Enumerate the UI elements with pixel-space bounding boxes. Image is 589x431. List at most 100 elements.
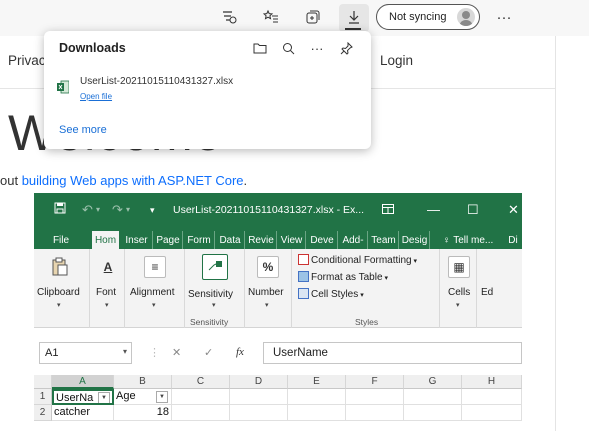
sensitivity-label: Sensitivity (188, 289, 234, 300)
cell-styles-button[interactable]: Cell Styles ▾ (298, 288, 364, 300)
nav-link-login[interactable]: Login (380, 53, 413, 68)
tab-design[interactable]: Desig (400, 231, 430, 249)
percent-icon: % (257, 256, 279, 278)
learn-prefix: out (0, 173, 22, 188)
tab-developer[interactable]: Deve (307, 231, 338, 249)
formula-input[interactable]: UserName (263, 342, 522, 364)
search-icon[interactable] (279, 39, 297, 57)
ribbon-display-icon[interactable] (382, 202, 394, 217)
filter-dropdown-icon[interactable]: ▼ (156, 391, 168, 403)
cell-f2[interactable] (346, 405, 404, 421)
alignment-group[interactable]: ≡ Alignment ▾ (125, 249, 185, 328)
more-icon[interactable]: ··· (493, 6, 515, 28)
cells-label: Cells (448, 287, 471, 298)
cell-h1[interactable] (462, 389, 522, 405)
column-header[interactable]: D (230, 375, 288, 389)
tab-home[interactable]: Hom (92, 231, 119, 249)
tab-view[interactable]: View (278, 231, 306, 249)
select-all-corner[interactable] (34, 375, 52, 389)
font-group[interactable]: A Font ▾ (90, 249, 125, 328)
page-scrollbar[interactable] (555, 36, 556, 431)
number-group[interactable]: % Number ▾ (245, 249, 292, 328)
tab-overflow[interactable]: Di (504, 231, 522, 249)
cells-dropdown-icon: ▾ (456, 302, 460, 309)
collections-icon[interactable] (302, 6, 324, 28)
favorites-icon[interactable] (260, 6, 282, 28)
cell-e2[interactable] (288, 405, 346, 421)
more-options-icon[interactable]: ··· (308, 39, 326, 57)
format-as-table-button[interactable]: Format as Table ▾ (298, 271, 388, 283)
folder-icon[interactable] (251, 39, 269, 57)
tell-me-search[interactable]: ♀ Tell me... (433, 231, 503, 249)
row-header[interactable]: 1 (34, 389, 52, 405)
editing-group[interactable]: Ed (477, 249, 502, 328)
customize-qat-icon[interactable]: ▾ (150, 205, 155, 216)
tab-insert[interactable]: Inser (121, 231, 153, 249)
column-header[interactable]: G (404, 375, 462, 389)
cell-b2[interactable]: 18 (114, 405, 172, 421)
font-icon: A (103, 260, 113, 274)
see-more-link[interactable]: See more (59, 124, 107, 136)
redo-icon[interactable]: ↷ (112, 202, 123, 218)
enter-formula-icon[interactable]: ✓ (204, 346, 213, 359)
tab-page-layout[interactable]: Page (154, 231, 183, 249)
column-header[interactable]: F (346, 375, 404, 389)
cell-a1[interactable]: UserNa ▼ (52, 389, 114, 405)
cell-b1[interactable]: Age ▼ (114, 389, 172, 405)
redo-dropdown-icon[interactable]: ▾ (126, 205, 130, 214)
tab-data[interactable]: Data (216, 231, 245, 249)
tell-me-label: Tell me... (453, 234, 494, 246)
tab-review[interactable]: Revie (246, 231, 277, 249)
cell-c2[interactable] (172, 405, 230, 421)
column-header[interactable]: A (52, 375, 114, 389)
tab-file[interactable]: File (46, 231, 76, 249)
name-box-dropdown-icon[interactable]: ▾ (123, 347, 127, 356)
insert-function-icon[interactable]: fx (236, 346, 244, 358)
pin-icon[interactable] (337, 39, 355, 57)
cell-styles-label: Cell Styles (311, 289, 359, 300)
column-header[interactable]: B (114, 375, 172, 389)
conditional-formatting-button[interactable]: Conditional Formatting ▾ (298, 254, 417, 266)
clipboard-group[interactable]: Clipboard ▾ (34, 249, 90, 328)
cell-h2[interactable] (462, 405, 522, 421)
name-box-value: A1 (45, 347, 59, 359)
close-icon[interactable]: ✕ (508, 202, 519, 218)
sync-label: Not syncing (389, 11, 447, 23)
cell-g2[interactable] (404, 405, 462, 421)
open-file-link[interactable]: Open file (80, 92, 112, 101)
learn-link[interactable]: building Web apps with ASP.NET Core (22, 173, 244, 188)
downloads-active-indicator (345, 28, 361, 30)
cells-group[interactable]: ▦ Cells ▾ (440, 249, 477, 328)
undo-icon[interactable]: ↶ (82, 202, 93, 218)
cell-d2[interactable] (230, 405, 288, 421)
cancel-formula-icon[interactable]: ✕ (172, 346, 181, 359)
name-box[interactable]: A1 ▾ (39, 342, 132, 364)
save-icon[interactable] (54, 202, 66, 217)
undo-dropdown-icon[interactable]: ▾ (96, 205, 100, 214)
clipboard-label: Clipboard (37, 287, 80, 298)
tab-add-ins[interactable]: Add- (339, 231, 368, 249)
cell-g1[interactable] (404, 389, 462, 405)
row-header[interactable]: 2 (34, 405, 52, 421)
formula-bar: A1 ▾ ⋮ ✕ ✓ fx UserName (34, 341, 522, 365)
nav-link-privacy[interactable]: Privac (8, 53, 46, 68)
filter-dropdown-icon[interactable]: ▼ (98, 392, 110, 403)
profile-sync-button[interactable]: Not syncing (376, 4, 480, 30)
column-header[interactable]: H (462, 375, 522, 389)
lightbulb-icon: ♀ (442, 234, 451, 246)
cell-e1[interactable] (288, 389, 346, 405)
sensitivity-group[interactable]: Sensitivity ▾ Sensitivity (185, 249, 245, 328)
cell-d1[interactable] (230, 389, 288, 405)
tracking-prevention-icon[interactable] (218, 6, 240, 28)
minimize-icon[interactable]: — (427, 202, 440, 217)
tab-team[interactable]: Team (369, 231, 399, 249)
column-header[interactable]: E (288, 375, 346, 389)
cell-c1[interactable] (172, 389, 230, 405)
maximize-icon[interactable]: ☐ (467, 202, 479, 218)
column-header[interactable]: C (172, 375, 230, 389)
learn-suffix: . (243, 173, 248, 188)
cell-f1[interactable] (346, 389, 404, 405)
download-file-name[interactable]: UserList-20211015110431327.xlsx (80, 76, 233, 87)
cell-a2[interactable]: catcher (52, 405, 114, 421)
tab-formulas[interactable]: Form (184, 231, 215, 249)
